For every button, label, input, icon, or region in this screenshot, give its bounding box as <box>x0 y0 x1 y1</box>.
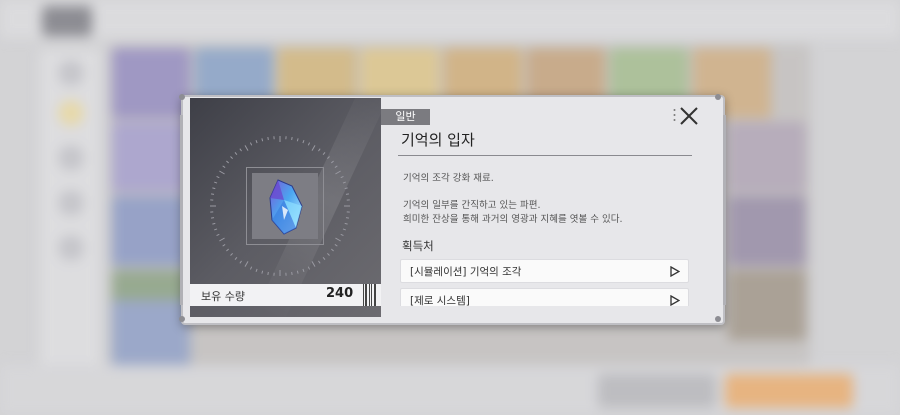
dial-tick <box>331 248 334 252</box>
acquisition-source-label: [시뮬레이션] 기억의 조각 <box>410 266 522 278</box>
dial-tick <box>344 187 348 190</box>
dial-tick <box>342 181 346 184</box>
dial-tick <box>296 270 299 274</box>
dial-tick <box>340 233 344 237</box>
dial-tick <box>219 237 225 242</box>
owned-quantity-label: 보유 수량 <box>201 290 245 303</box>
dial-tick <box>234 257 238 260</box>
dial-tick <box>322 152 326 155</box>
dial-tick <box>244 261 249 267</box>
dial-tick <box>216 233 220 237</box>
dial-tick <box>230 253 233 256</box>
dial-tick <box>296 138 299 142</box>
dial-tick <box>311 145 316 151</box>
frame-corner <box>715 94 721 100</box>
dial-tick <box>267 271 269 276</box>
dial-tick <box>226 160 229 164</box>
frame-rail-left <box>180 115 183 305</box>
dial-tick <box>212 222 216 225</box>
frame-rail-right <box>723 115 726 305</box>
dial-tick <box>214 181 218 184</box>
dial-tick <box>342 228 346 231</box>
dial-tick <box>261 138 264 142</box>
dial-tick <box>345 193 350 195</box>
dial-tick <box>318 148 321 152</box>
dial-tick <box>239 148 242 152</box>
dial-tick <box>291 271 293 276</box>
dial-tick <box>249 266 253 270</box>
dial-tick <box>234 152 238 155</box>
dial-tick <box>334 244 338 247</box>
barcode-decoration <box>363 284 376 306</box>
dial-tick <box>214 228 218 231</box>
dial-tick <box>335 237 341 242</box>
dial-tick <box>261 270 264 274</box>
play-arrow-icon <box>670 266 680 277</box>
play-arrow-icon <box>670 295 680 306</box>
acquisition-source-label: [제로 시스템] <box>410 295 470 306</box>
dial-tick <box>311 261 316 267</box>
dial-tick <box>345 217 350 219</box>
dial-tick <box>239 260 242 264</box>
frame-corner <box>179 94 185 100</box>
dial-tick <box>335 170 341 175</box>
dial-tick <box>322 257 326 260</box>
frame-corner <box>715 316 721 322</box>
dial-tick <box>302 140 305 144</box>
dial-tick <box>222 244 226 247</box>
dial-tick <box>216 175 220 179</box>
dial-tick <box>291 136 293 141</box>
acquisition-source-button[interactable]: [시뮬레이션] 기억의 조각 <box>400 259 689 283</box>
dial-tick <box>340 175 344 179</box>
dial-tick <box>307 266 311 270</box>
dial-tick <box>255 268 258 272</box>
dial-tick <box>344 222 348 225</box>
dial-tick <box>249 142 253 146</box>
dial-tick <box>226 248 229 252</box>
dial-tick <box>230 156 233 159</box>
dial-tick <box>318 260 321 264</box>
frame-corner <box>179 316 185 322</box>
acquisition-list-viewport: [시뮬레이션] 기억의 조각 [제로 시스템] <box>383 99 713 306</box>
blue-crystal-icon <box>269 179 303 235</box>
dial-tick <box>222 165 226 168</box>
dial-tick <box>244 145 249 151</box>
dial-tick <box>327 253 330 256</box>
dial-tick <box>307 142 311 146</box>
dial-tick <box>219 170 225 175</box>
acquisition-source-button[interactable]: [제로 시스템] <box>400 288 689 306</box>
dial-tick <box>255 140 258 144</box>
dial-tick <box>327 156 330 159</box>
dial-tick <box>331 160 334 164</box>
dial-tick <box>334 165 338 168</box>
owned-quantity-value: 240 <box>326 286 354 301</box>
dial-tick <box>302 268 305 272</box>
dial-tick <box>212 187 216 190</box>
dial-tick <box>210 217 215 219</box>
dial-tick <box>210 193 215 195</box>
dial-tick <box>267 136 269 141</box>
